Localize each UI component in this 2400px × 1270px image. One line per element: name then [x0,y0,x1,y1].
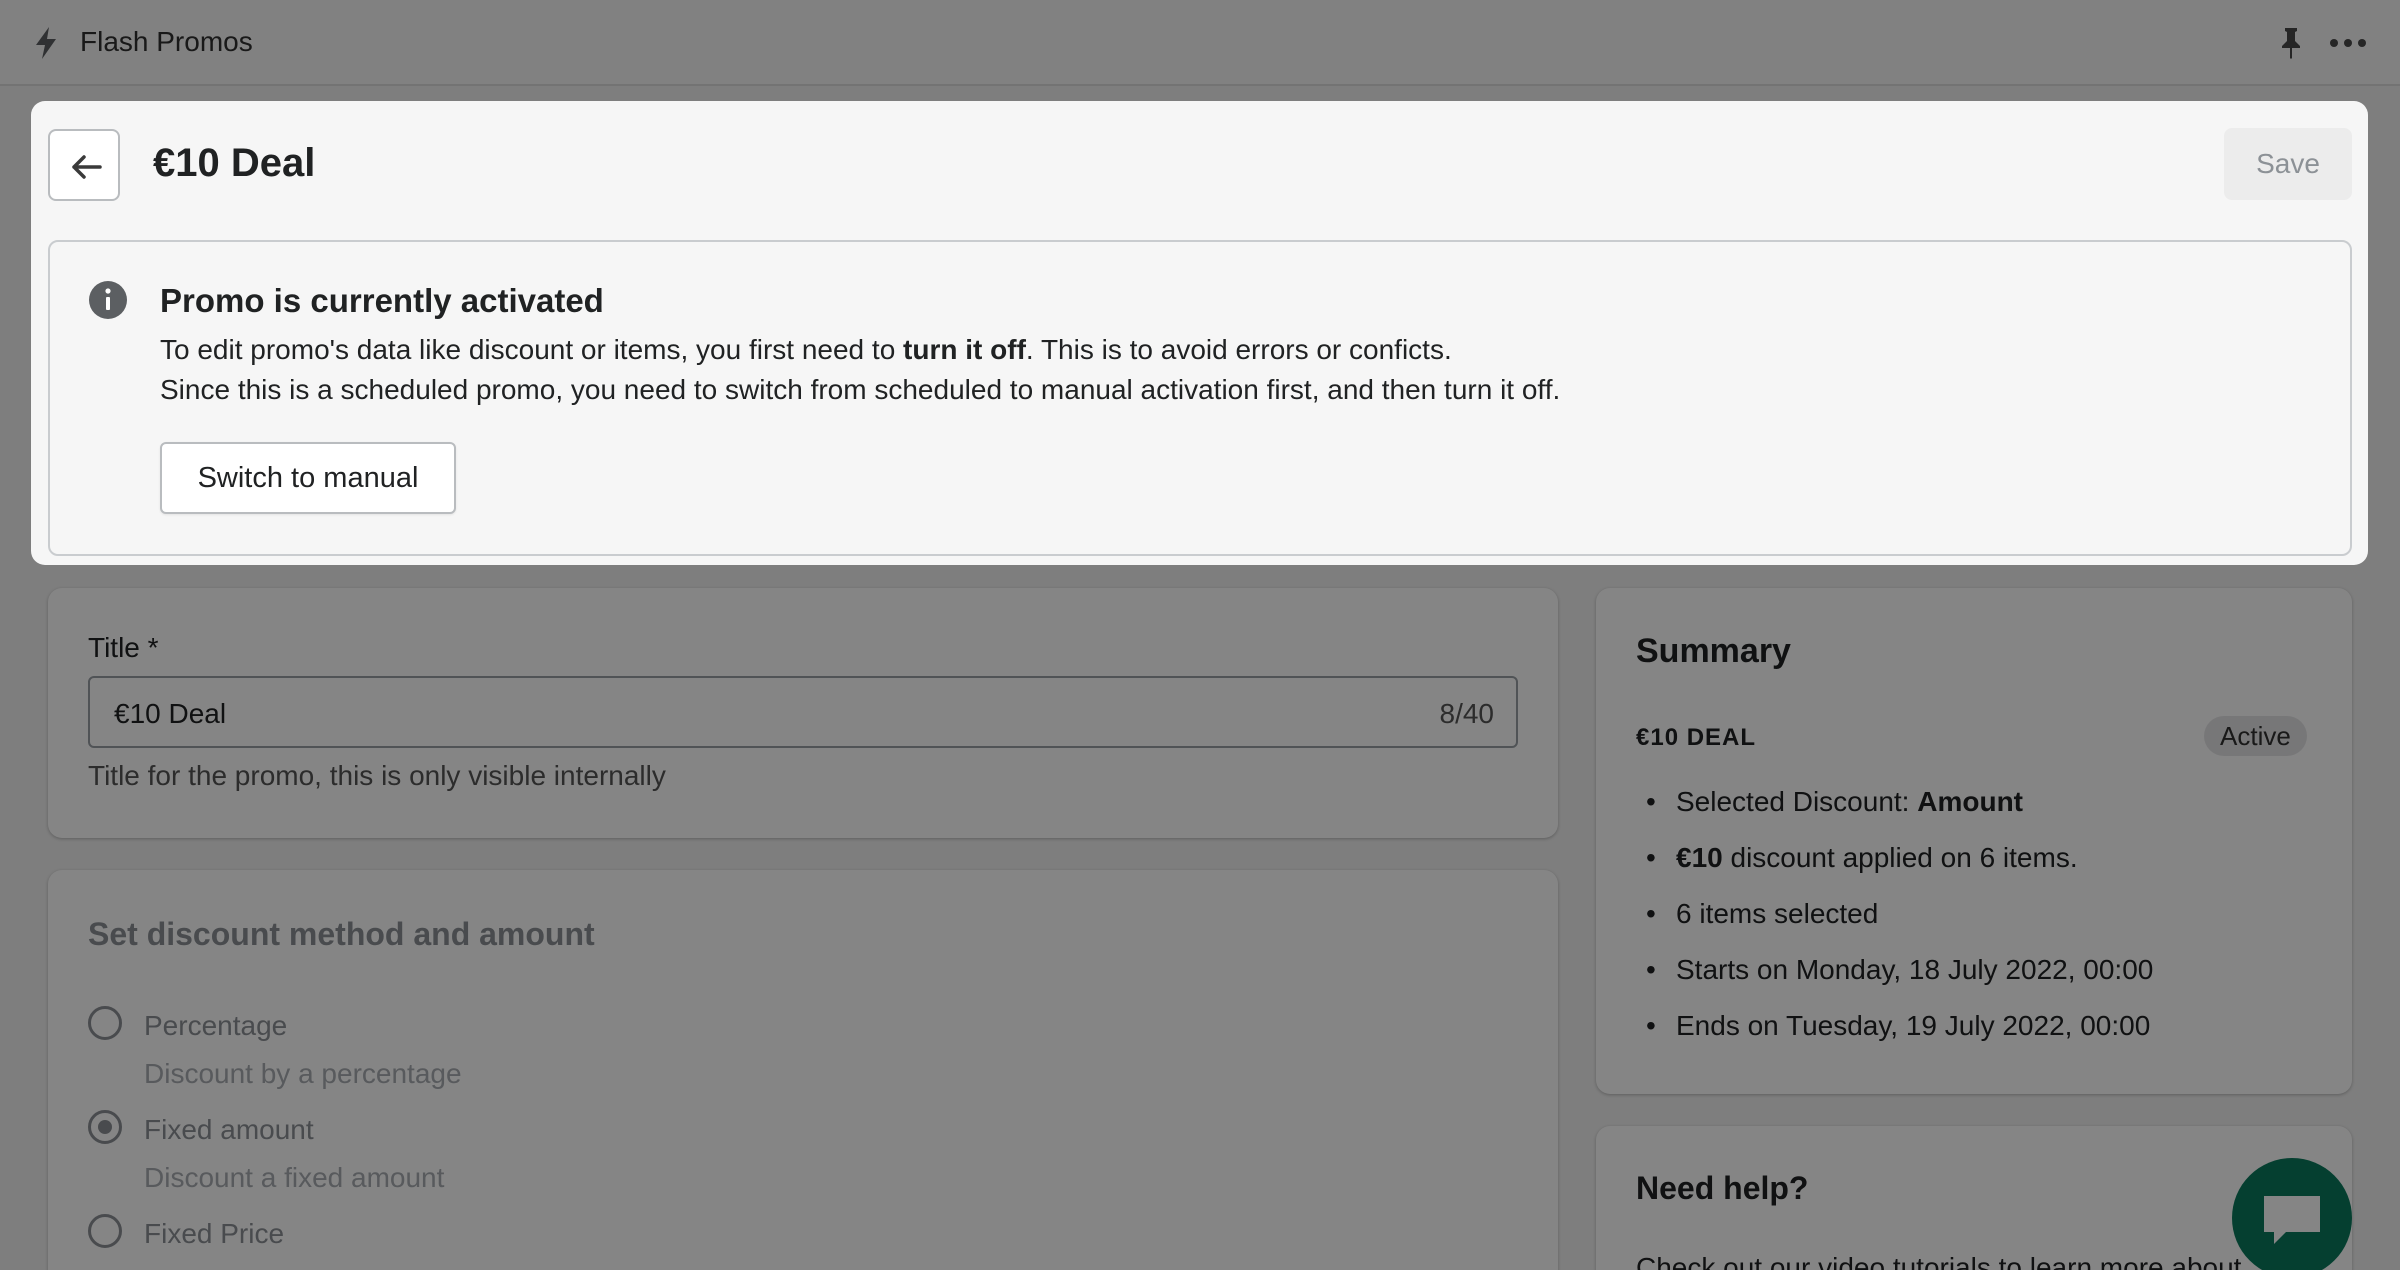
promo-edit-modal: €10 Deal Save Promo is currently activat… [31,101,2368,565]
switch-to-manual-button[interactable]: Switch to manual [160,442,456,514]
info-banner: Promo is currently activated To edit pro… [48,240,2352,556]
banner-text-line-1: To edit promo's data like discount or it… [160,334,1452,365]
banner-text-line-2: Since this is a scheduled promo, you nee… [160,374,1561,405]
info-icon [89,281,127,319]
arrow-left-icon [72,155,102,179]
modal-title: €10 Deal [153,141,316,185]
banner-title: Promo is currently activated [160,282,604,319]
back-button[interactable] [48,129,120,201]
save-button[interactable]: Save [2224,128,2352,200]
